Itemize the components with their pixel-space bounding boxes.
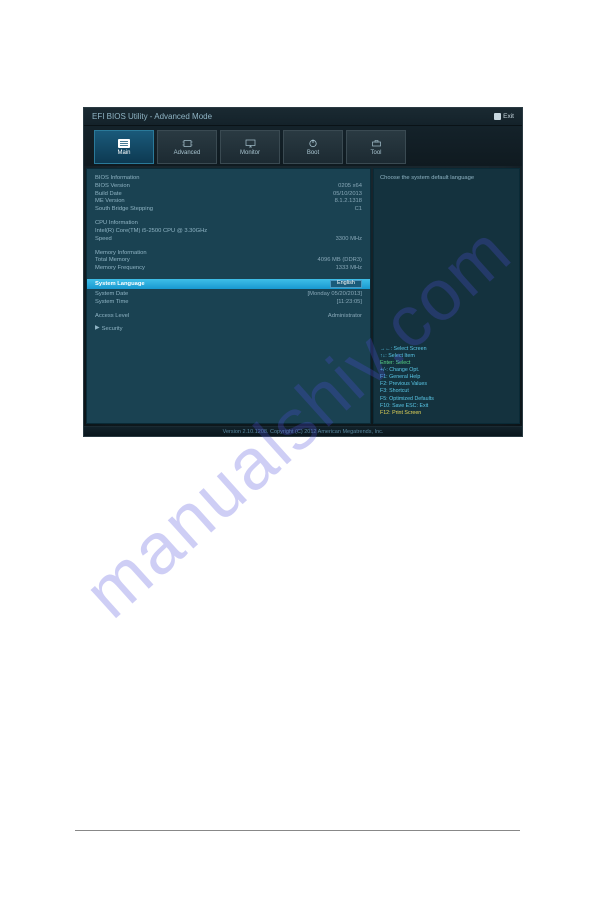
- tab-boot[interactable]: Boot: [283, 130, 343, 164]
- tool-icon: [370, 138, 382, 148]
- memory-info-block: Memory Information Total Memory 4096 MB (…: [95, 250, 362, 273]
- system-date-label: System Date: [95, 291, 128, 299]
- chevron-right-icon: ▶: [95, 324, 100, 332]
- build-date-label: Build Date: [95, 191, 122, 199]
- cpu-info-header: CPU Information: [95, 220, 138, 228]
- exit-icon: [494, 113, 501, 120]
- bios-version-value: 0205 x64: [338, 183, 362, 191]
- security-label: Security: [102, 325, 123, 333]
- monitor-icon: [244, 138, 256, 148]
- tab-main[interactable]: Main: [94, 130, 154, 164]
- help-description: Choose the system default language: [380, 175, 513, 181]
- security-row[interactable]: ▶ Security: [95, 324, 362, 332]
- system-language-label: System Language: [95, 280, 145, 288]
- memory-freq-value: 1333 MHz: [336, 265, 362, 273]
- help-key-line: ↑↓: Select Item: [380, 353, 513, 360]
- tab-monitor[interactable]: Monitor: [220, 130, 280, 164]
- tab-label: Main: [117, 150, 130, 156]
- tab-tool[interactable]: Tool: [346, 130, 406, 164]
- total-memory-label: Total Memory: [95, 257, 130, 265]
- sb-stepping-label: South Bridge Stepping: [95, 206, 153, 214]
- total-memory-value: 4096 MB (DDR3): [318, 257, 362, 265]
- list-icon: [118, 138, 130, 148]
- datetime-block: System Date [Monday 05/20/2013] System Ti…: [95, 291, 362, 307]
- tab-label: Boot: [307, 150, 319, 156]
- chip-icon: [181, 138, 193, 148]
- cpu-name: Intel(R) Core(TM) i5-2500 CPU @ 3.30GHz: [95, 228, 207, 236]
- key-help-block: →←: Select Screen ↑↓: Select Item Enter:…: [380, 346, 513, 417]
- cpu-speed-label: Speed: [95, 236, 112, 244]
- sb-stepping-value: C1: [355, 206, 362, 214]
- help-key-line: F2: Previous Values: [380, 381, 513, 388]
- bios-info-header: BIOS Information: [95, 175, 139, 183]
- help-key-line: →←: Select Screen: [380, 346, 513, 353]
- bios-window: EFI BIOS Utility - Advanced Mode Exit Ma…: [83, 107, 523, 437]
- help-key-line: F1: General Help: [380, 374, 513, 381]
- exit-label: Exit: [503, 113, 514, 120]
- window-title: EFI BIOS Utility - Advanced Mode: [92, 112, 212, 121]
- footer-copyright: Version 2.10.1208. Copyright (C) 2012 Am…: [84, 426, 522, 436]
- system-language-row[interactable]: System Language English: [87, 279, 370, 289]
- help-key-line: F10: Save ESC: Exit: [380, 403, 513, 410]
- help-key-line: F5: Optimized Defaults: [380, 396, 513, 403]
- page-divider: [75, 830, 520, 831]
- main-panel: BIOS Information BIOS Version 0205 x64 Bu…: [86, 168, 371, 424]
- system-time-label: System Time: [95, 299, 129, 307]
- me-version-label: ME Version: [95, 198, 125, 206]
- system-date-row[interactable]: System Date [Monday 05/20/2013]: [95, 291, 362, 299]
- tab-label: Advanced: [174, 150, 201, 156]
- system-time-value: [11:23:05]: [337, 299, 362, 307]
- help-key-line: Enter: Select: [380, 360, 513, 367]
- title-bar: EFI BIOS Utility - Advanced Mode Exit: [84, 108, 522, 126]
- me-version-value: 8.1.2.1318: [335, 198, 362, 206]
- tab-label: Monitor: [240, 150, 260, 156]
- bios-version-label: BIOS Version: [95, 183, 130, 191]
- build-date-value: 05/10/2013: [333, 191, 362, 199]
- system-time-row[interactable]: System Time [11:23:05]: [95, 299, 362, 307]
- body-area: BIOS Information BIOS Version 0205 x64 Bu…: [84, 166, 522, 426]
- tab-advanced[interactable]: Advanced: [157, 130, 217, 164]
- memory-info-header: Memory Information: [95, 250, 147, 258]
- tab-bar: Main Advanced Monitor Boot Tool: [84, 126, 522, 166]
- bios-info-block: BIOS Information BIOS Version 0205 x64 Bu…: [95, 175, 362, 214]
- tab-label: Tool: [370, 150, 381, 156]
- cpu-speed-value: 3300 MHz: [336, 236, 362, 244]
- system-date-value: [Monday 05/20/2013]: [308, 291, 362, 299]
- system-language-value[interactable]: English: [330, 280, 362, 288]
- help-key-line: +/-: Change Opt.: [380, 367, 513, 374]
- power-icon: [307, 138, 319, 148]
- help-key-line: F3: Shortcut: [380, 388, 513, 395]
- help-key-line: F12: Print Screen: [380, 410, 513, 417]
- access-level-label: Access Level: [95, 313, 129, 321]
- cpu-info-block: CPU Information Intel(R) Core(TM) i5-250…: [95, 220, 362, 243]
- access-level-value: Administrator: [328, 313, 362, 321]
- side-help-panel: Choose the system default language →←: S…: [373, 168, 520, 424]
- exit-button[interactable]: Exit: [494, 113, 514, 120]
- access-level-row: Access Level Administrator: [95, 313, 362, 321]
- memory-freq-label: Memory Frequency: [95, 265, 145, 273]
